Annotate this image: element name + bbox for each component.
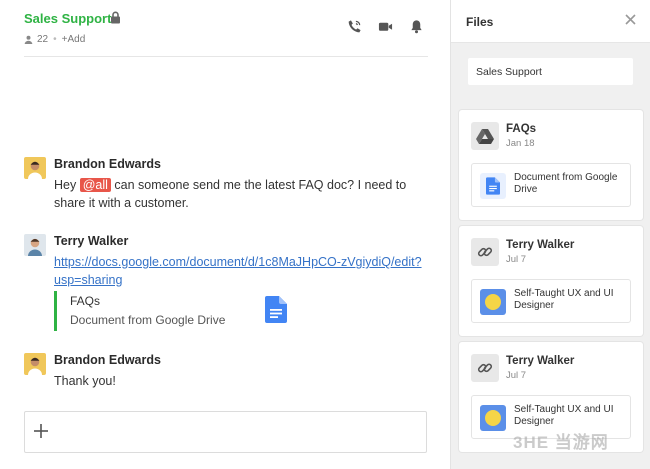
message-author[interactable]: Brandon Edwards: [54, 157, 424, 172]
message-composer[interactable]: [24, 411, 427, 453]
link-icon: [471, 238, 499, 266]
message-body: Brandon Edwards Hey @all can someone sen…: [54, 157, 424, 212]
lock-icon: [111, 11, 120, 24]
message-body: Brandon Edwards Thank you!: [54, 353, 424, 390]
file-card[interactable]: Terry Walker Jul 7 Self-Taught UX and UI…: [459, 226, 643, 336]
link-icon: [471, 354, 499, 382]
avatar[interactable]: [24, 353, 46, 375]
meta-separator: •: [53, 34, 57, 45]
phone-call-icon[interactable]: [347, 19, 362, 34]
file-attachment[interactable]: Self-Taught UX and UI Designer: [471, 279, 631, 323]
file-card-date: Jul 7: [506, 254, 527, 265]
video-call-icon[interactable]: [378, 19, 393, 34]
google-doc-icon: [265, 296, 287, 323]
chat-pane: Sales Support 22 • +Add Brandon Edwards …: [0, 0, 450, 469]
notification-bell-icon[interactable]: [409, 19, 424, 34]
shared-link[interactable]: https://docs.google.com/document/d/1c8Ma…: [54, 253, 424, 289]
link-preview-card[interactable]: FAQs Document from Google Drive: [54, 291, 319, 331]
plus-icon[interactable]: [33, 423, 49, 439]
file-attachment-label: Document from Google Drive: [514, 172, 618, 195]
file-card-date: Jan 18: [506, 138, 535, 149]
close-icon[interactable]: [625, 14, 636, 25]
files-search-bar: [451, 43, 650, 103]
file-card-name: Terry Walker: [506, 355, 575, 367]
file-card-date: Jul 7: [506, 370, 527, 381]
member-icon: [24, 35, 33, 44]
channel-meta: 22 • +Add: [24, 34, 85, 45]
message-body: Terry Walker https://docs.google.com/doc…: [54, 234, 424, 289]
file-attachment-label: Self-Taught UX and UI Designer: [514, 288, 614, 311]
avatar[interactable]: [24, 157, 46, 179]
message-author[interactable]: Terry Walker: [54, 234, 424, 249]
channel-header: Sales Support 22 • +Add: [24, 0, 428, 57]
files-header: Files: [451, 0, 650, 43]
file-card[interactable]: FAQs Jan 18 Document from Google Drive: [459, 110, 643, 220]
yellow-circle-icon: [480, 289, 506, 315]
avatar[interactable]: [24, 234, 46, 256]
file-attachment[interactable]: Document from Google Drive: [471, 163, 631, 207]
message-text-start: Hey: [54, 178, 80, 192]
channel-name[interactable]: Sales Support: [24, 11, 111, 26]
mention-tag[interactable]: @all: [79, 178, 111, 192]
member-count[interactable]: 22: [37, 34, 48, 45]
files-panel: Files FAQs Jan 18: [450, 0, 650, 469]
message-author[interactable]: Brandon Edwards: [54, 353, 424, 368]
file-card-name: FAQs: [506, 123, 537, 135]
google-doc-icon: [480, 173, 506, 199]
file-card-name: Terry Walker: [506, 239, 575, 251]
google-drive-icon: [471, 122, 499, 150]
watermark: 3HE 当游网: [513, 433, 609, 452]
files-search-input[interactable]: [468, 58, 633, 85]
file-attachment-label: Self-Taught UX and UI Designer: [514, 404, 614, 427]
yellow-circle-icon: [480, 405, 506, 431]
files-title: Files: [466, 15, 494, 29]
add-member-link[interactable]: +Add: [62, 34, 86, 45]
message-text: Thank you!: [54, 374, 116, 388]
header-actions: [347, 19, 424, 34]
message-text: Hey @all can someone send me the latest …: [54, 176, 424, 212]
